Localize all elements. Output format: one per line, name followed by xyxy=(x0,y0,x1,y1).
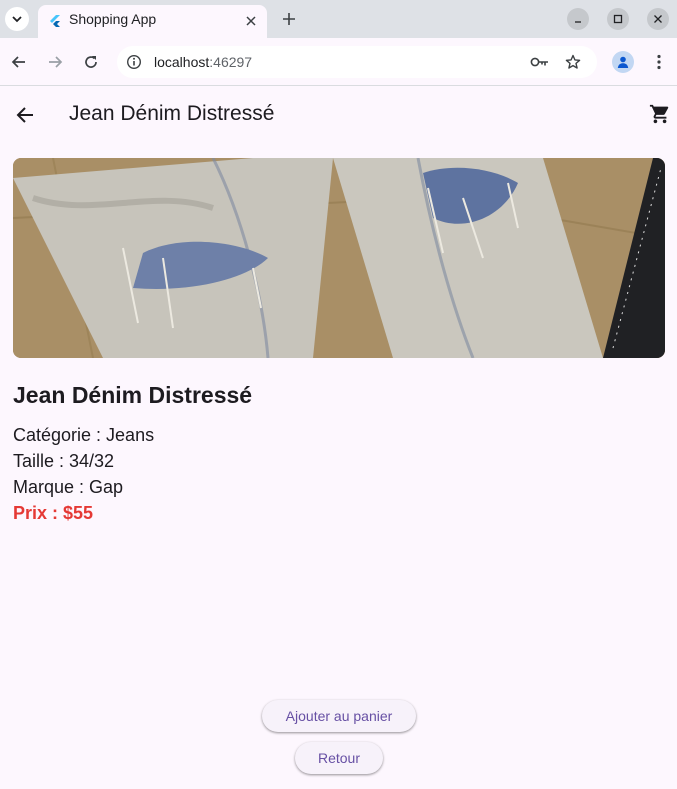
url-text[interactable]: localhost:46297 xyxy=(154,54,252,70)
close-icon[interactable] xyxy=(243,13,259,29)
product-category: Catégorie : Jeans xyxy=(13,425,155,445)
plus-icon[interactable] xyxy=(279,9,299,29)
key-icon[interactable] xyxy=(530,52,550,72)
more-vert-icon[interactable] xyxy=(648,51,670,73)
maximize-icon[interactable] xyxy=(607,8,629,30)
browser-tab[interactable]: Shopping App xyxy=(38,5,267,38)
add-to-cart-button[interactable]: Ajouter au panier xyxy=(262,700,416,732)
app-bar: Jean Dénim Distressé xyxy=(0,87,677,143)
star-icon[interactable] xyxy=(563,52,583,72)
back-button[interactable]: Retour xyxy=(295,742,383,774)
flutter-icon xyxy=(48,14,62,28)
arrow-back-icon[interactable] xyxy=(13,103,37,127)
page-title: Jean Dénim Distressé xyxy=(69,102,275,125)
product-price: Prix : $55 xyxy=(13,503,94,523)
tab-menu-icon[interactable] xyxy=(5,7,29,31)
product-image xyxy=(13,158,665,358)
close-window-icon[interactable] xyxy=(647,8,669,30)
shopping-cart-icon[interactable] xyxy=(648,102,672,126)
profile-icon[interactable] xyxy=(612,51,634,73)
product-name: Jean Dénim Distressé xyxy=(13,382,253,408)
address-bar[interactable]: localhost:46297 xyxy=(117,46,597,78)
back-icon[interactable] xyxy=(8,51,30,73)
url-host: localhost xyxy=(154,54,210,70)
info-icon[interactable] xyxy=(124,52,144,72)
tab-title: Shopping App xyxy=(69,11,157,27)
forward-icon[interactable] xyxy=(44,51,66,73)
browser-toolbar: localhost:46297 xyxy=(0,38,677,86)
product-brand: Marque : Gap xyxy=(13,477,124,497)
reload-icon[interactable] xyxy=(80,51,102,73)
url-port: :46297 xyxy=(209,54,253,70)
product-size: Taille : 34/32 xyxy=(13,451,115,471)
minimize-icon[interactable] xyxy=(567,8,589,30)
browser-tab-bar: Shopping App xyxy=(0,0,677,38)
